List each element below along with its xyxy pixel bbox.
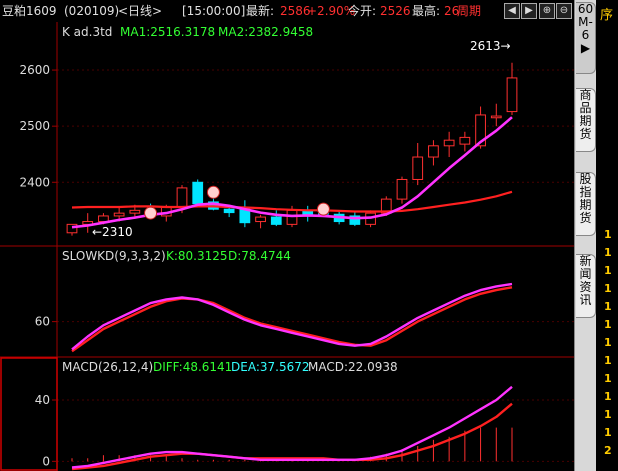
open-label: 今开: (348, 4, 377, 18)
tab-commodity-futures[interactable]: 商品期货 (576, 88, 596, 152)
candle-body (176, 187, 188, 209)
candle-body (192, 181, 204, 205)
period-label[interactable]: <日线> (118, 0, 162, 22)
smiley-marker (316, 202, 330, 216)
kline-title: K ad.3td (62, 25, 112, 39)
y-tick-label: 40 (35, 393, 50, 407)
candle-body (506, 77, 518, 113)
time-label: [15:00:00] (182, 4, 246, 18)
scroll-left-button[interactable]: ◀ (504, 3, 520, 19)
candle-body (428, 145, 439, 158)
instrument-header: 豆粕1609 (020109) <日线> [15:00:00] 最新: 2586… (0, 0, 574, 23)
macd-value-label: MACD:22.0938 (308, 360, 398, 374)
strip-digit: 1 (604, 228, 612, 241)
strip-digit: 1 (604, 426, 612, 439)
y-tick-label: 2600 (19, 63, 50, 77)
strip-digit: 1 (604, 300, 612, 313)
ma1-label: MA1:2516.3178 (120, 25, 215, 39)
kd-k-label: K:80.3125 (166, 249, 228, 263)
ma2-label: MA2:2382.9458 (218, 25, 313, 39)
smiley-marker (144, 206, 158, 220)
candle-body (443, 139, 455, 147)
trade-list-strip: 序 1 1 1 1 1 1 1 1 1 1 1 1 2 (596, 0, 618, 471)
latest-value: 2586 (280, 4, 311, 18)
low-annotation: ←2310 (92, 225, 133, 239)
y-tick-label: 2500 (19, 119, 50, 133)
candle-body (412, 156, 424, 180)
tab-index-futures[interactable]: 股指期货 (576, 172, 596, 236)
latest-label: 最新: (246, 4, 275, 18)
zoom-in-button[interactable]: ⊕ (539, 3, 555, 19)
kd-title: SLOWKD(9,3,3,2) (62, 249, 166, 263)
tab-news[interactable]: 新闻资讯 (576, 254, 596, 318)
candle-body (223, 208, 235, 214)
candle-body (286, 209, 298, 225)
cycle-label[interactable]: 周期 (457, 0, 481, 22)
instrument-code: (020109) (64, 4, 120, 18)
high-label: 最高: (412, 4, 441, 18)
chart-area[interactable]: K ad.3td MA1:2516.3178 MA2:2382.9458 SLO… (0, 22, 574, 471)
strip-digit: 2 (604, 444, 612, 457)
side-tab-bar: 60 M- 6 ▶ 商品期货 股指期货 新闻资讯 (574, 0, 597, 471)
y-tick-label: 0 (42, 454, 50, 468)
candle-body (129, 209, 141, 214)
strip-digit: 1 (604, 246, 612, 259)
strip-digit: 1 (604, 336, 612, 349)
macd-dea-label: DEA:37.5672 (231, 360, 310, 374)
kd-d-label: D:78.4744 (228, 249, 291, 263)
open-value: 2526 (380, 4, 411, 18)
strip-digit: 1 (604, 390, 612, 403)
strip-digit: 1 (604, 264, 612, 277)
candle-body (98, 215, 109, 223)
candle-body (459, 136, 471, 145)
macd-diff-label: DIFF:48.6141 (153, 360, 232, 374)
high-annotation: 2613→ (470, 39, 511, 53)
strip-title: 序 (600, 8, 614, 23)
strip-digit: 1 (604, 408, 612, 421)
zoom-out-button[interactable]: ⊖ (556, 3, 572, 19)
tab-period[interactable]: 60 M- 6 ▶ (576, 2, 596, 74)
strip-digit: 1 (604, 318, 612, 331)
strip-digit: 1 (604, 282, 612, 295)
candle-body (396, 178, 408, 200)
candle-body (270, 216, 282, 225)
candle-body (490, 115, 502, 119)
y-tick-label: 2400 (19, 175, 50, 189)
smiley-marker (206, 185, 220, 199)
instrument-name: 豆粕1609 (2, 4, 57, 18)
scroll-right-button[interactable]: ▶ (521, 3, 537, 19)
macd-title: MACD(26,12,4) (62, 360, 153, 374)
y-tick-label: 60 (35, 315, 50, 329)
candle-body (255, 216, 266, 223)
strip-digit: 1 (604, 372, 612, 385)
candle-body (113, 212, 125, 217)
strip-digit: 1 (604, 354, 612, 367)
